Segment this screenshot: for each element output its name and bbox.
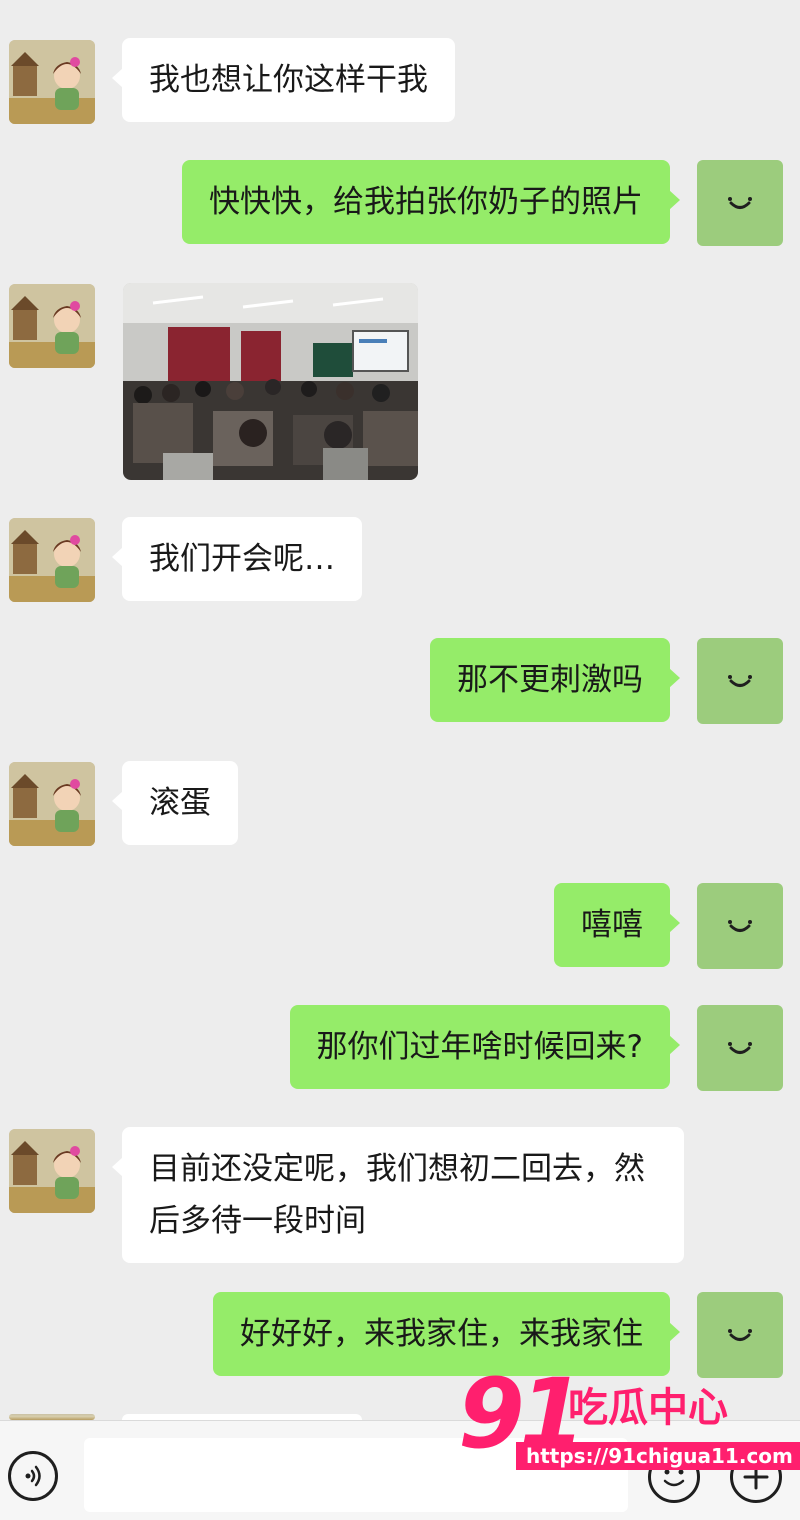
smiley-icon xyxy=(728,197,752,209)
message-text: 那你们过年啥时候回来? xyxy=(316,1029,643,1065)
smiley-icon xyxy=(728,920,752,932)
smiley-icon xyxy=(728,675,752,687)
incoming-message[interactable]: 滚蛋 xyxy=(112,761,238,845)
outgoing-message[interactable]: 那你们过年啥时候回来? xyxy=(289,1005,681,1089)
message-text: 快快快，给我拍张你奶子的照片 xyxy=(209,184,643,220)
cartoon-girl-icon xyxy=(9,762,95,846)
smiley-icon xyxy=(728,1329,752,1341)
voice-button[interactable] xyxy=(8,1451,58,1501)
message-text: 嘻嘻 xyxy=(581,907,643,943)
self-avatar[interactable] xyxy=(697,1005,783,1091)
cartoon-girl-icon xyxy=(9,1129,95,1213)
message-text: 我也想让你这样干我 xyxy=(149,62,428,98)
self-avatar[interactable] xyxy=(697,160,783,246)
watermark-title: 吃瓜中心 xyxy=(568,1385,728,1431)
voice-icon xyxy=(25,1465,41,1487)
message-text: 我们开会呢… xyxy=(149,541,335,577)
incoming-message[interactable]: 目前还没定呢，我们想初二回去，然后多待一段时间 xyxy=(112,1127,684,1263)
meeting-room-photo[interactable] xyxy=(123,283,418,480)
cartoon-girl-icon xyxy=(9,518,95,602)
incoming-message[interactable]: 我们开会呢… xyxy=(112,517,362,601)
smiley-icon xyxy=(728,1042,752,1054)
message-text: 好好好，来我家住，来我家住 xyxy=(240,1316,643,1352)
cartoon-girl-icon xyxy=(9,40,95,124)
contact-avatar[interactable] xyxy=(9,762,95,846)
chat-history[interactable]: 我也想让你这样干我 快快快，给我拍张你奶子的照片 我们开会呢… 那不更刺激吗 滚… xyxy=(0,0,800,1420)
incoming-message[interactable]: 我也想让你这样干我 xyxy=(112,38,455,122)
self-avatar[interactable] xyxy=(697,883,783,969)
watermark-url: https://91chigua11.com xyxy=(516,1442,800,1470)
outgoing-message[interactable]: 嘻嘻 xyxy=(554,883,680,967)
contact-avatar[interactable] xyxy=(9,1129,95,1213)
outgoing-message[interactable]: 那不更刺激吗 xyxy=(430,638,680,722)
message-text: 滚蛋 xyxy=(149,785,211,821)
contact-avatar[interactable] xyxy=(9,40,95,124)
self-avatar[interactable] xyxy=(697,638,783,724)
message-text: 目前还没定呢，我们想初二回去，然后多待一段时间 xyxy=(149,1151,645,1239)
contact-avatar[interactable] xyxy=(9,284,95,368)
cartoon-girl-icon xyxy=(9,284,95,368)
outgoing-message[interactable]: 快快快，给我拍张你奶子的照片 xyxy=(182,160,680,244)
message-text: 那不更刺激吗 xyxy=(457,662,643,698)
contact-avatar[interactable] xyxy=(9,518,95,602)
site-watermark: 91 吃瓜中心 https://91chigua11.com xyxy=(458,1364,800,1484)
